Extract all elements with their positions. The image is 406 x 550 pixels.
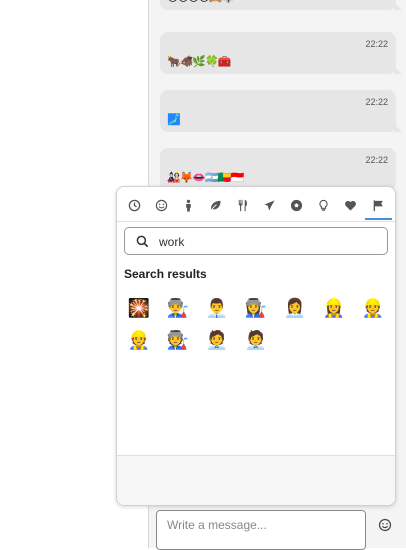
message-content: 🗾 xyxy=(167,113,181,126)
emoji-result[interactable]: 👷 xyxy=(359,295,387,323)
emoji-results-grid: 🎇 👨‍🏭 👨‍💼 👩‍🏭 👩‍💼 👷‍♀️ 👷 👷 🧑‍🏭 🧑‍💼 🧑‍💼 xyxy=(125,295,393,359)
message-composer: Write a message... xyxy=(149,500,406,550)
airplane-icon xyxy=(263,199,275,211)
search-icon xyxy=(136,235,149,248)
category-symbols[interactable] xyxy=(341,196,359,214)
emoji-button[interactable] xyxy=(378,517,392,532)
emoji-search-box[interactable] xyxy=(124,227,388,255)
emoji-picker: Search results 🎇 👨‍🏭 👨‍💼 👩‍🏭 👩‍💼 👷‍♀️ 👷 👷 🧑‍🏭 🧑‍💼… xyxy=(116,186,396,506)
emoji-result[interactable]: 🎇 xyxy=(125,295,153,323)
lightbulb-icon xyxy=(318,199,328,211)
search-results-title: Search results xyxy=(124,267,207,281)
category-people[interactable] xyxy=(179,196,197,214)
category-smileys[interactable] xyxy=(152,196,170,214)
bubble-tail xyxy=(394,66,402,74)
message-time: 22:22 xyxy=(365,39,388,49)
emoji-preview-area xyxy=(117,455,395,505)
category-recent[interactable] xyxy=(125,196,143,214)
message-bubble[interactable]: 22:22 🐂🐗🌿🍀🧰 xyxy=(160,32,402,74)
message-bubble[interactable]: 22:22 🎎🦊👄🇦🇷🇧🇯🇮🇩 xyxy=(160,148,396,190)
message-content: 😍😊😯😡🙈🐺 xyxy=(167,0,235,4)
category-flags[interactable] xyxy=(365,196,392,220)
emoji-result[interactable]: 🧑‍🏭 xyxy=(164,327,192,355)
smiley-icon xyxy=(155,199,167,211)
message-time: 22:22 xyxy=(365,97,388,107)
message-time: 22:22 xyxy=(365,155,388,165)
emoji-category-bar xyxy=(117,187,395,222)
message-bubble[interactable]: 22:22 🗾 xyxy=(160,90,402,132)
emoji-result[interactable]: 👷 xyxy=(125,327,153,355)
leaf-icon xyxy=(210,200,221,210)
emoji-result[interactable]: 👨‍💼 xyxy=(203,295,231,323)
emoji-result[interactable]: 🧑‍💼 xyxy=(203,327,231,355)
emoji-result[interactable]: 🧑‍💼 xyxy=(242,327,270,355)
message-bubble[interactable]: 😍😊😯😡🙈🐺 xyxy=(160,0,402,10)
person-icon xyxy=(185,199,191,211)
category-activities[interactable] xyxy=(287,196,305,214)
category-nature[interactable] xyxy=(206,196,224,214)
emoji-result[interactable]: 👩‍🏭 xyxy=(242,295,270,323)
message-input[interactable]: Write a message... xyxy=(156,510,366,550)
soccer-icon xyxy=(290,199,302,211)
emoji-search-input[interactable] xyxy=(157,231,381,253)
category-food[interactable] xyxy=(233,196,251,214)
message-content: 🎎🦊👄🇦🇷🇧🇯🇮🇩 xyxy=(167,171,244,184)
clock-icon xyxy=(128,199,140,211)
bubble-tail xyxy=(394,124,402,132)
emoji-result[interactable]: 👩‍💼 xyxy=(281,295,309,323)
flag-icon xyxy=(373,199,383,211)
smiley-icon xyxy=(378,518,392,532)
heart-icon xyxy=(344,200,356,211)
category-travel[interactable] xyxy=(260,196,278,214)
bubble-tail xyxy=(394,2,402,10)
message-content: 🐂🐗🌿🍀🧰 xyxy=(167,55,231,68)
category-objects[interactable] xyxy=(314,196,332,214)
cutlery-icon xyxy=(238,199,247,211)
emoji-result[interactable]: 👷‍♀️ xyxy=(320,295,348,323)
emoji-result[interactable]: 👨‍🏭 xyxy=(164,295,192,323)
